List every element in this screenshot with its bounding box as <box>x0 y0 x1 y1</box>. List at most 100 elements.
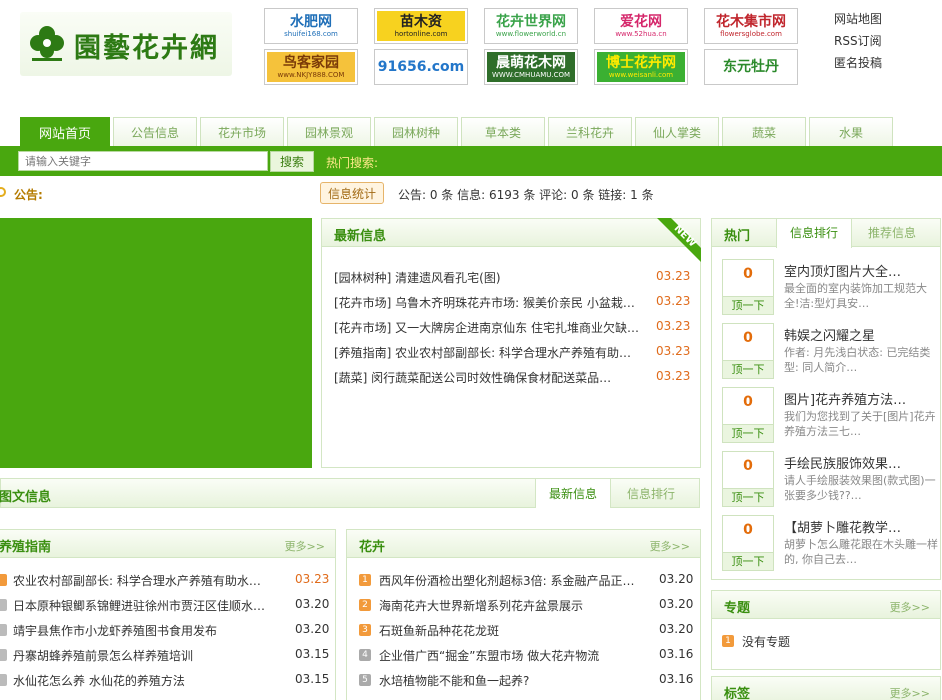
latest-news-date: 03.23 <box>656 319 691 333</box>
list-bullet-icon <box>0 624 7 636</box>
guide-more-link[interactable]: 更多>> <box>285 538 325 554</box>
vote-box[interactable]: 0 顶一下 <box>722 323 774 379</box>
tags-more-link[interactable]: 更多>> <box>890 685 930 700</box>
partner-link-10[interactable]: 东元牡丹 <box>704 49 798 85</box>
latest-news-text: [养殖指南] 农业农村部副部长: 科学合理水产养殖有助… <box>334 346 632 360</box>
latest-news-title: 最新信息 <box>334 229 387 244</box>
rank-bullet-icon: 2 <box>359 599 371 611</box>
hot-item-title[interactable]: 韩娱之闪耀之星 <box>784 325 940 344</box>
partner-link-2[interactable]: 苗木资 hortonline.com <box>374 8 468 44</box>
rss-link[interactable]: RSS订阅 <box>834 30 882 52</box>
tags-header: 标签 更多>> <box>712 677 940 700</box>
tab-hot-ranking[interactable]: 信息排行 <box>776 219 852 248</box>
vote-up-button[interactable]: 顶一下 <box>723 360 773 378</box>
partner-logo-6: 鸟客家园 www.NKJY888.COM <box>267 52 355 82</box>
partner-links: 水肥网 shuifei168.com 苗木资 hortonline.com 花卉世界网 w… <box>264 8 804 88</box>
vote-box[interactable]: 0 顶一下 <box>722 451 774 507</box>
nav-tab-8[interactable]: 仙人掌类 <box>635 117 719 146</box>
partner-logo-4: 爱花网 www.52hua.cn <box>597 11 685 41</box>
partner-link-9[interactable]: 博士花卉网 www.weisanli.com <box>594 49 688 85</box>
stats-text: 公告: 0 条 信息: 6193 条 评论: 0 条 链接: 1 条 <box>398 188 654 202</box>
nav-tab-4[interactable]: 园林景观 <box>287 117 371 146</box>
guide-text: 农业农村部副部长: 科学合理水产养殖有助水… <box>13 574 261 588</box>
site-logo[interactable]: 園藝花卉網 <box>20 12 232 76</box>
tab-latest-info-label: 最新信息 <box>548 487 597 501</box>
slideshow-banner[interactable] <box>0 218 312 468</box>
stats-button[interactable]: 信息统计 <box>320 182 384 204</box>
guide-row[interactable]: 靖宇县焦作市小龙虾养殖图书食用发布 03.20 <box>0 622 329 642</box>
notice-bar: 公告: 信息统计 公告: 0 条 信息: 6193 条 评论: 0 条 链接: … <box>0 180 942 206</box>
guide-row[interactable]: 农业农村部副部长: 科学合理水产养殖有助水… 03.23 <box>0 572 329 592</box>
partner-sublabel: www.weisanli.com <box>608 70 674 79</box>
nav-tab-7[interactable]: 兰科花卉 <box>548 117 632 146</box>
guide-date: 03.20 <box>295 597 330 611</box>
guide-row[interactable]: 日本原种银鲫系锦鲤进驻徐州市贾汪区佳顺水… 03.20 <box>0 597 329 617</box>
tags-panel: 标签 更多>> <box>711 676 941 700</box>
hot-header: 热门 信息排行 推荐信息 <box>712 219 940 248</box>
partner-link-5[interactable]: 花木集市网 flowersglobe.com <box>704 8 798 44</box>
nav-tab-9[interactable]: 蔬菜 <box>722 117 806 146</box>
topic-item[interactable]: 1 没有专题 <box>722 633 922 653</box>
flowers-panel: 花卉 更多>> 1 西风年份酒检出塑化剂超标3倍: 系金融产品正… 03.20 2 海南… <box>346 529 701 700</box>
guide-date: 03.20 <box>295 622 330 636</box>
partner-sublabel: flowersglobe.com <box>720 29 782 38</box>
vote-up-button[interactable]: 顶一下 <box>723 424 773 442</box>
search-input[interactable] <box>18 151 268 171</box>
vote-up-button[interactable]: 顶一下 <box>723 552 773 570</box>
tab-hot-ranking-label: 信息排行 <box>789 226 838 240</box>
partner-link-3[interactable]: 花卉世界网 www.flowerworld.cn <box>484 8 578 44</box>
partner-link-4[interactable]: 爱花网 www.52hua.cn <box>594 8 688 44</box>
latest-news-row[interactable]: [花卉市场] 乌鲁木齐明珠花卉市场: 猴美价亲民 小盆栽… 03.23 <box>334 294 690 314</box>
sitemap-link[interactable]: 网站地图 <box>834 8 882 30</box>
anonymous-submit-link[interactable]: 匿名投稿 <box>834 52 882 74</box>
latest-news-date: 03.23 <box>656 344 691 358</box>
hot-item-desc: 胡萝卜怎么雕花跟在木头雕一样的, 你自己去… <box>784 538 938 566</box>
latest-news-row[interactable]: [园林树种] 清建遗风看孔宅(图) 03.23 <box>334 269 690 289</box>
hot-item: 0 顶一下 室内顶灯图片大全… 最全面的室内装饰加工规范大全!洁:型灯具安… <box>722 259 940 319</box>
flowers-more-link[interactable]: 更多>> <box>650 538 690 554</box>
partner-label: 苗木资 <box>400 13 442 30</box>
guide-row[interactable]: 水仙花怎么养 水仙花的养殖方法 03.15 <box>0 672 329 692</box>
flowers-row[interactable]: 4 企业借广西“掘金”东盟市场 做大花卉物流 03.16 <box>359 647 695 667</box>
latest-news-row[interactable]: [花卉市场] 又一大牌房企进南京仙东 住宅扎堆商业欠缺… 03.23 <box>334 319 690 339</box>
vote-box[interactable]: 0 顶一下 <box>722 259 774 315</box>
topic-more-link[interactable]: 更多>> <box>890 599 930 615</box>
hot-item-title[interactable]: 图片]花卉养殖方法… <box>784 389 940 408</box>
flowers-row[interactable]: 5 水培植物能不能和鱼一起养? 03.16 <box>359 672 695 692</box>
nav-tab-5[interactable]: 园林树种 <box>374 117 458 146</box>
guide-date: 03.15 <box>295 672 330 686</box>
partner-link-7[interactable]: 91656.com <box>374 49 468 85</box>
flowers-header: 花卉 更多>> <box>347 530 700 558</box>
vote-box[interactable]: 0 顶一下 <box>722 387 774 443</box>
hot-item-title[interactable]: 【胡萝卜雕花教学… <box>784 517 940 536</box>
flowers-row[interactable]: 1 西风年份酒检出塑化剂超标3倍: 系金融产品正… 03.20 <box>359 572 695 592</box>
latest-news-row[interactable]: [养殖指南] 农业农村部副部长: 科学合理水产养殖有助… 03.23 <box>334 344 690 364</box>
tab-info-ranking[interactable]: 信息排行 <box>613 479 689 508</box>
nav-tab-1[interactable]: 网站首页 <box>20 117 110 146</box>
search-button[interactable]: 搜索 <box>270 151 314 172</box>
topic-item-text: 没有专题 <box>742 635 791 649</box>
partner-link-6[interactable]: 鸟客家园 www.NKJY888.COM <box>264 49 358 85</box>
partner-link-8[interactable]: 晨萌花木网 WWW.CMHUAMU.COM <box>484 49 578 85</box>
tab-recommended[interactable]: 推荐信息 <box>854 219 930 247</box>
flowers-row[interactable]: 2 海南花卉大世界新增系列花卉盆景展示 03.20 <box>359 597 695 617</box>
vote-up-button[interactable]: 顶一下 <box>723 488 773 506</box>
nav-tab-2[interactable]: 公告信息 <box>113 117 197 146</box>
vote-up-button[interactable]: 顶一下 <box>723 296 773 314</box>
hot-item-title[interactable]: 手绘民族服饰效果… <box>784 453 940 472</box>
latest-news-date: 03.23 <box>656 269 691 283</box>
flowers-date: 03.20 <box>659 622 694 636</box>
nav-tab-6[interactable]: 草本类 <box>461 117 545 146</box>
partner-sublabel: www.52hua.cn <box>615 29 667 38</box>
guide-row[interactable]: 丹寨胡蜂养殖前景怎么样养殖培训 03.15 <box>0 647 329 667</box>
nav-tab-10[interactable]: 水果 <box>809 117 893 146</box>
notice-icon <box>0 187 6 197</box>
latest-news-row[interactable]: [蔬菜] 闵行蔬菜配送公司时效性确保食材配送菜品… 03.23 <box>334 369 690 389</box>
flowers-text: 海南花卉大世界新增系列花卉盆景展示 <box>379 599 584 613</box>
nav-tab-3[interactable]: 花卉市场 <box>200 117 284 146</box>
flowers-row[interactable]: 3 石斑鱼新品种花花龙斑 03.20 <box>359 622 695 642</box>
tab-latest-info[interactable]: 最新信息 <box>535 479 611 508</box>
hot-item-title[interactable]: 室内顶灯图片大全… <box>784 261 940 280</box>
partner-link-1[interactable]: 水肥网 shuifei168.com <box>264 8 358 44</box>
vote-box[interactable]: 0 顶一下 <box>722 515 774 571</box>
